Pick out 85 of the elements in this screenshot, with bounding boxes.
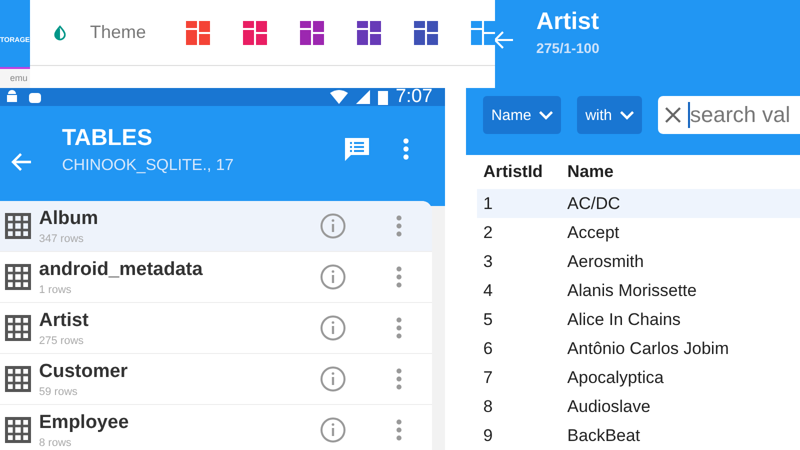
info-icon[interactable] xyxy=(320,213,346,239)
table-cell-text: 7 xyxy=(482,368,494,388)
back-arrow-icon[interactable] xyxy=(10,152,32,172)
row-count: 8 rows xyxy=(39,436,72,448)
table-cell-text: 1 xyxy=(482,194,494,214)
table-list-item[interactable]: android_metadata 1 rows xyxy=(0,252,432,303)
path-text: emu xyxy=(10,73,28,83)
screen-subtitle: CHINOOK_SQLITE., 17 xyxy=(62,157,235,175)
table-row[interactable]: 4 Alanis Morissette xyxy=(477,276,800,305)
battery-icon xyxy=(378,89,388,105)
table-cell-text: 8 xyxy=(482,396,494,416)
table-row[interactable]: 2 Accept xyxy=(477,218,800,247)
chevron-icon xyxy=(620,110,634,120)
search-field[interactable]: search val xyxy=(658,96,800,134)
column-dropdown[interactable]: Name xyxy=(483,96,562,134)
table-list-item[interactable]: Artist 275 rows xyxy=(0,303,432,354)
table-cell-text: 6 xyxy=(482,338,494,358)
table-name: Customer xyxy=(39,360,129,382)
table-cell-text: 5 xyxy=(482,310,494,330)
table-list-item[interactable]: Customer 59 rows xyxy=(0,354,432,405)
screen-subtitle: 275/1-100 xyxy=(536,40,600,56)
color-swatch-icon[interactable] xyxy=(243,20,267,44)
table-row[interactable]: 7 Apocalyptica xyxy=(477,363,800,392)
table-cell: Aerosmith xyxy=(567,252,644,272)
table-cell-text: 4 xyxy=(482,280,494,300)
grid-icon xyxy=(5,417,31,443)
color-swatch-icon[interactable] xyxy=(357,20,381,44)
table-cell: Alice In Chains xyxy=(567,310,681,330)
table-cell: Alanis Morissette xyxy=(567,280,697,300)
grid-icon xyxy=(5,213,31,239)
table-cell: BackBeat xyxy=(567,426,640,446)
table-row[interactable]: 6 Antônio Carlos Jobim xyxy=(477,334,800,363)
row-count: 347 rows xyxy=(39,232,85,244)
wifi-icon xyxy=(330,90,348,104)
screen-title: Artist xyxy=(536,8,600,36)
table-name: Album xyxy=(39,208,100,230)
table-row[interactable]: 5 Alice In Chains xyxy=(477,305,800,334)
color-swatch-icon[interactable] xyxy=(471,20,495,44)
table-cell-text: 3 xyxy=(482,252,494,272)
info-icon[interactable] xyxy=(320,315,346,341)
table-row[interactable]: 1 AC/DC xyxy=(477,189,800,218)
table-name: android_metadata xyxy=(39,258,204,280)
more-icon[interactable] xyxy=(396,215,402,237)
grid-icon xyxy=(5,315,31,341)
more-icon[interactable] xyxy=(396,317,402,339)
more-icon[interactable] xyxy=(396,266,402,288)
screen-title: TABLES xyxy=(62,124,154,151)
table-list-item[interactable]: Album 347 rows xyxy=(0,201,432,252)
table-cell: Apocalyptica xyxy=(567,368,664,388)
table-name: Employee xyxy=(39,412,130,434)
table-row[interactable]: 9 BackBeat xyxy=(477,421,800,450)
info-icon[interactable] xyxy=(320,366,346,392)
signal-icon xyxy=(356,90,370,104)
row-count: 275 rows xyxy=(39,334,85,346)
list-icon[interactable] xyxy=(342,136,371,162)
operator-dropdown[interactable]: with xyxy=(577,96,642,134)
more-icon[interactable] xyxy=(396,419,402,441)
clear-icon[interactable] xyxy=(664,106,682,124)
column-header[interactable]: ArtistId xyxy=(477,162,568,182)
table-name: Artist xyxy=(39,310,90,332)
grid-icon xyxy=(5,264,31,290)
color-swatch-icon[interactable] xyxy=(414,20,438,44)
theme-label: Theme xyxy=(90,22,146,43)
table-row[interactable]: 8 Audioslave xyxy=(477,392,800,421)
table-row[interactable]: 3 Aerosmith xyxy=(477,247,800,276)
table-cell-text: 2 xyxy=(482,222,494,242)
more-icon[interactable] xyxy=(402,138,409,160)
table-list-item[interactable]: Employee 8 rows xyxy=(0,405,432,450)
back-arrow-icon[interactable] xyxy=(492,30,514,50)
grid-icon xyxy=(5,366,31,392)
row-count: 1 rows xyxy=(39,284,72,296)
more-icon[interactable] xyxy=(396,368,402,390)
column-header[interactable]: Name xyxy=(567,162,614,182)
color-swatch-icon[interactable] xyxy=(186,20,210,44)
info-icon[interactable] xyxy=(320,264,346,290)
table-cell: Antônio Carlos Jobim xyxy=(567,338,729,358)
chevron-icon xyxy=(539,110,554,120)
color-swatch-icon[interactable] xyxy=(300,20,324,44)
row-count: 59 rows xyxy=(39,386,79,398)
table-cell: AC/DC xyxy=(567,194,620,214)
info-icon[interactable] xyxy=(320,417,346,443)
clock-text: 7:07 xyxy=(396,86,433,108)
table-cell: Audioslave xyxy=(567,396,650,416)
table-cell: Accept xyxy=(567,222,620,242)
table-cell-text: 9 xyxy=(482,426,494,446)
